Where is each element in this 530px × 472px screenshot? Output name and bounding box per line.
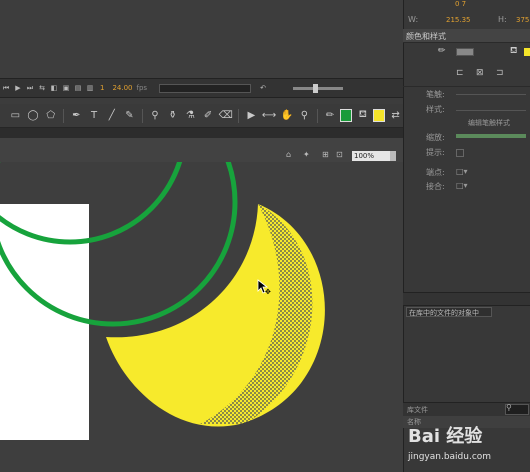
- text-icon[interactable]: T: [87, 108, 102, 124]
- align-center-icon[interactable]: ⊠: [476, 68, 484, 78]
- first-frame-icon[interactable]: ⏮: [0, 82, 12, 94]
- pen-icon[interactable]: ✒: [69, 108, 84, 124]
- edit-frames-icon[interactable]: ▤: [72, 82, 84, 94]
- fill-color-swatch[interactable]: [373, 109, 386, 122]
- stage-drawing[interactable]: ✥: [0, 162, 403, 472]
- current-frame: 1: [100, 84, 105, 92]
- library-label: 库文件: [407, 406, 428, 414]
- fill-bucket-icon[interactable]: ⛾: [355, 108, 370, 124]
- undo-icon[interactable]: ↶: [257, 82, 269, 94]
- watermark-title: Bai 经验: [408, 426, 483, 447]
- top-panel: [0, 0, 403, 79]
- divider: [238, 108, 240, 123]
- label-style: 样式:: [426, 105, 445, 114]
- tools-toolbar: ▭ ◯ ⬠ ✒ T ╱ ✎ ⚲ ⚱ ⚗ ✐ ⌫ ▶ ⟷ ✋ ⚲ ✏ ⛾ ⇄: [0, 104, 403, 128]
- edit-scene-icon[interactable]: ⌂: [286, 150, 291, 159]
- library-panel-header[interactable]: [403, 292, 530, 306]
- green-circle-center[interactable]: [0, 162, 238, 327]
- top-readout-3[interactable]: 375: [516, 16, 529, 24]
- baidu-watermark: Bai 经验 jingyan.baidu.com: [408, 422, 530, 472]
- join-dropdown[interactable]: □▾: [456, 181, 468, 190]
- play-icon[interactable]: ▶: [12, 82, 24, 94]
- width-icon[interactable]: ⟷: [262, 108, 277, 124]
- ink-bottle-icon[interactable]: ⚗: [183, 108, 198, 124]
- search-icon: ⚲: [506, 403, 512, 412]
- loop-icon[interactable]: ⇆: [36, 82, 48, 94]
- fps-unit: fps: [136, 84, 148, 92]
- fps-value[interactable]: 24.00: [112, 84, 132, 92]
- panel-section-title[interactable]: 颜色和样式: [406, 31, 446, 42]
- fill-bucket-icon[interactable]: ⛾: [510, 46, 517, 57]
- stroke-pencil-icon[interactable]: ✏: [323, 108, 338, 124]
- stroke-slider[interactable]: [456, 94, 526, 95]
- divider: [63, 108, 64, 123]
- onion-outline-icon[interactable]: ▣: [60, 82, 72, 94]
- label-stroke: 笔触:: [426, 90, 445, 99]
- label-hint: 提示:: [426, 148, 445, 157]
- hand-icon[interactable]: ✋: [279, 108, 294, 124]
- camera-icon[interactable]: ▶: [244, 108, 259, 124]
- yellow-moon-shape[interactable]: [106, 204, 325, 427]
- divider: [141, 108, 143, 123]
- label-scale: 缩放:: [426, 133, 445, 142]
- edit-symbol-icon[interactable]: ✦: [303, 150, 310, 159]
- polygon-lasso-icon[interactable]: ⬠: [43, 108, 58, 124]
- last-frame-icon[interactable]: ⏭: [24, 82, 36, 94]
- stage-header: ⌂ ✦ ⊞ ⊡: [0, 138, 403, 163]
- panel-divider: [0, 128, 403, 138]
- top-readout-2[interactable]: 215.35: [446, 16, 471, 24]
- edit-stroke-style-button[interactable]: 编辑笔触样式: [468, 118, 510, 128]
- library-path-field[interactable]: 在库中的文件的对象中: [406, 307, 492, 317]
- line-icon[interactable]: ╱: [104, 108, 119, 124]
- timeline-controls: ⏮ ▶ ⏭ ⇆ ◧ ▣ ▤ ▥ 1 24.00 fps ↶: [0, 78, 403, 98]
- chevron-down-icon[interactable]: [390, 151, 396, 161]
- zoom-icon[interactable]: ⚲: [297, 108, 312, 124]
- swap-colors-icon[interactable]: ⇄: [388, 108, 403, 124]
- hint-checkbox[interactable]: [456, 149, 464, 157]
- fill-swatch-small[interactable]: [524, 48, 530, 56]
- lasso-icon[interactable]: ◯: [26, 108, 41, 124]
- watermark-url: jingyan.baidu.com: [408, 452, 492, 462]
- onion-skin-icon[interactable]: ◧: [48, 82, 60, 94]
- label-w: W:: [408, 15, 419, 24]
- cap-dropdown[interactable]: □▾: [456, 167, 468, 176]
- bone-icon[interactable]: ⚲: [148, 108, 163, 124]
- style-dropdown[interactable]: [456, 110, 526, 111]
- stroke-pencil-icon[interactable]: ✏: [438, 46, 446, 56]
- pencil-icon[interactable]: ✎: [122, 108, 137, 124]
- center-stage-icon[interactable]: ⊡: [336, 150, 343, 159]
- scale-slider[interactable]: [456, 134, 526, 138]
- select-icon[interactable]: ▭: [8, 108, 23, 124]
- stage-canvas[interactable]: ✥: [0, 162, 403, 472]
- eraser-icon[interactable]: ⌫: [218, 108, 233, 124]
- top-readout-1: 0 7: [455, 0, 467, 8]
- align-right-icon[interactable]: ⊐: [496, 68, 504, 78]
- panel-divider: [403, 86, 530, 87]
- clip-icon[interactable]: ⊞: [322, 150, 329, 159]
- divider: [316, 108, 318, 123]
- timeline-scrollbar[interactable]: [159, 83, 252, 93]
- label-h: H:: [498, 15, 507, 24]
- paint-bucket-icon[interactable]: ⚱: [165, 108, 180, 124]
- eyedropper-icon[interactable]: ✐: [201, 108, 216, 124]
- svg-text:✥: ✥: [265, 288, 271, 296]
- stroke-color-swatch[interactable]: [340, 109, 353, 122]
- green-circle-left[interactable]: [0, 162, 185, 245]
- markers-icon[interactable]: ▥: [84, 82, 96, 94]
- stroke-swatch-small[interactable]: [456, 48, 474, 56]
- label-cap: 端点:: [426, 168, 445, 177]
- timeline-zoom-slider[interactable]: [293, 83, 344, 93]
- label-join: 接合:: [426, 182, 445, 191]
- align-left-icon[interactable]: ⊏: [456, 68, 464, 78]
